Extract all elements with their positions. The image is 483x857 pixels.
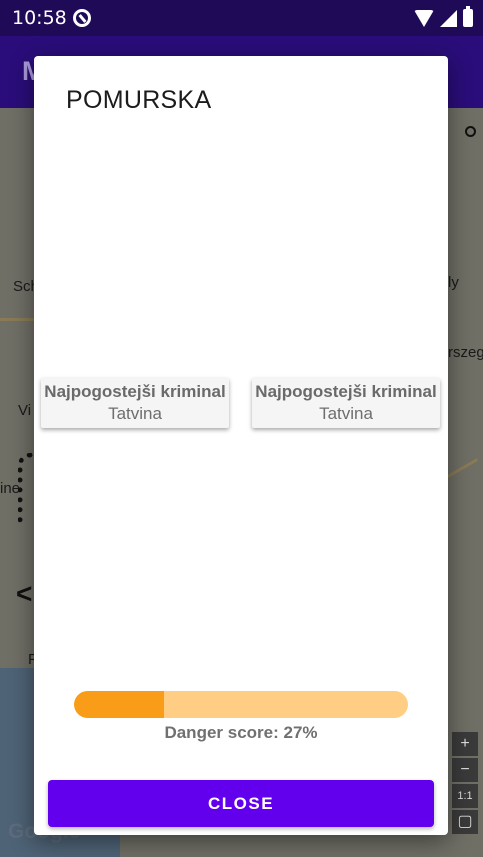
cell-signal-icon	[440, 9, 457, 27]
dialog-title: POMURSKA	[66, 86, 212, 114]
battery-icon	[463, 6, 473, 27]
status-time: 10:58	[12, 7, 67, 29]
scale-button[interactable]: 1:1	[452, 784, 478, 808]
map-label: Vi	[18, 402, 32, 419]
wifi-icon	[414, 9, 434, 27]
crime-card: Najpogostejši kriminal Tatvina	[252, 378, 440, 428]
danger-score-bar	[74, 691, 408, 718]
map-label: ine	[0, 480, 21, 497]
location-pin-icon	[465, 126, 476, 137]
zoom-in-button[interactable]: +	[452, 732, 478, 756]
crime-card-title: Najpogostejši kriminal	[44, 382, 226, 401]
map-label: rszeg	[448, 344, 483, 361]
close-button[interactable]: CLOSE	[48, 780, 434, 827]
tracking-icon	[73, 9, 91, 27]
danger-score-fill	[74, 691, 165, 718]
map-label: ly	[448, 274, 459, 291]
status-icons	[414, 6, 473, 28]
danger-score-label: Danger score: 27%	[164, 723, 318, 742]
crime-card-title: Najpogostejši kriminal	[255, 382, 437, 401]
status-bar: 10:58	[0, 0, 483, 36]
fullscreen-icon[interactable]: ▢	[452, 810, 478, 834]
zoom-out-button[interactable]: −	[452, 758, 478, 782]
map-arrow-icon: <	[16, 578, 33, 609]
crime-card-value: Tatvina	[319, 404, 373, 423]
crime-card: Najpogostejši kriminal Tatvina	[41, 378, 229, 428]
region-dialog: POMURSKA Najpogostejši kriminal Tatvina …	[34, 56, 448, 835]
crime-card-value: Tatvina	[108, 404, 162, 423]
